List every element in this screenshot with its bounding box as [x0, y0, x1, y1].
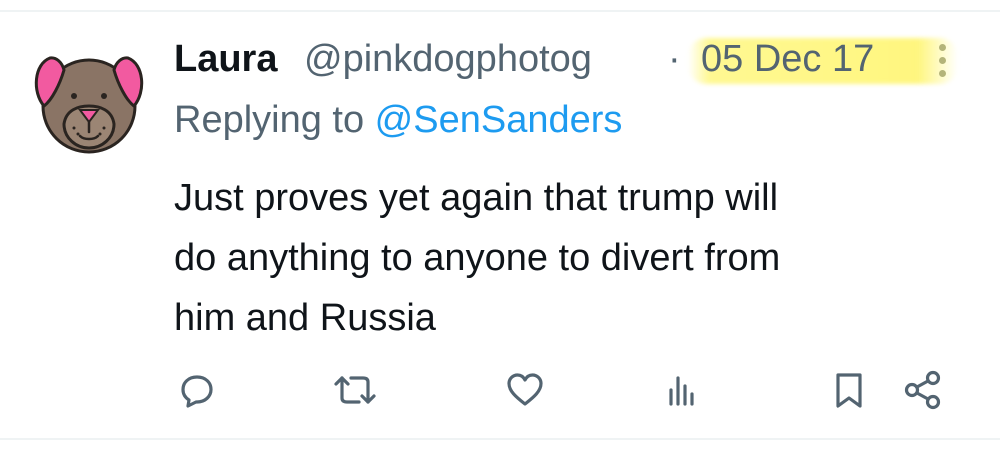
bottom-divider: [0, 438, 1000, 440]
tweet-text-line: him and Russia: [174, 297, 436, 339]
bookmark-button[interactable]: [824, 362, 874, 418]
tweet-timestamp[interactable]: 05 Dec 17: [701, 36, 874, 82]
tweet-header: Laura @pinkdogphotog · 05 Dec 17: [174, 36, 994, 84]
tweet-body: Just proves yet again that trump will do…: [174, 168, 974, 348]
tweet-text-line: do anything to anyone to divert from: [174, 237, 781, 279]
top-divider: [0, 10, 1000, 12]
share-button[interactable]: [898, 362, 948, 418]
like-button[interactable]: [500, 362, 550, 418]
tweet-text-line: Just proves yet again that trump will: [174, 177, 779, 219]
author-avatar[interactable]: [30, 40, 148, 158]
views-icon: [669, 376, 694, 406]
retweet-icon: [334, 376, 376, 404]
author-name[interactable]: Laura: [174, 36, 277, 82]
more-options-icon[interactable]: [928, 38, 956, 82]
separator-dot: ·: [668, 38, 681, 80]
reply-button[interactable]: [172, 362, 222, 418]
views-button[interactable]: [657, 362, 707, 418]
replying-to-mention[interactable]: @SenSanders: [375, 99, 623, 141]
bookmark-icon: [836, 373, 862, 408]
replying-to-line: Replying to @SenSanders: [174, 97, 622, 143]
retweet-button[interactable]: [330, 362, 380, 418]
author-handle[interactable]: @pinkdogphotog: [304, 36, 592, 82]
like-icon: [507, 373, 543, 406]
replying-to-label: Replying to: [174, 99, 375, 141]
share-icon: [904, 370, 941, 410]
tweet-action-bar: [0, 362, 1000, 418]
dog-avatar-icon: [34, 56, 144, 154]
reply-icon: [181, 375, 213, 408]
